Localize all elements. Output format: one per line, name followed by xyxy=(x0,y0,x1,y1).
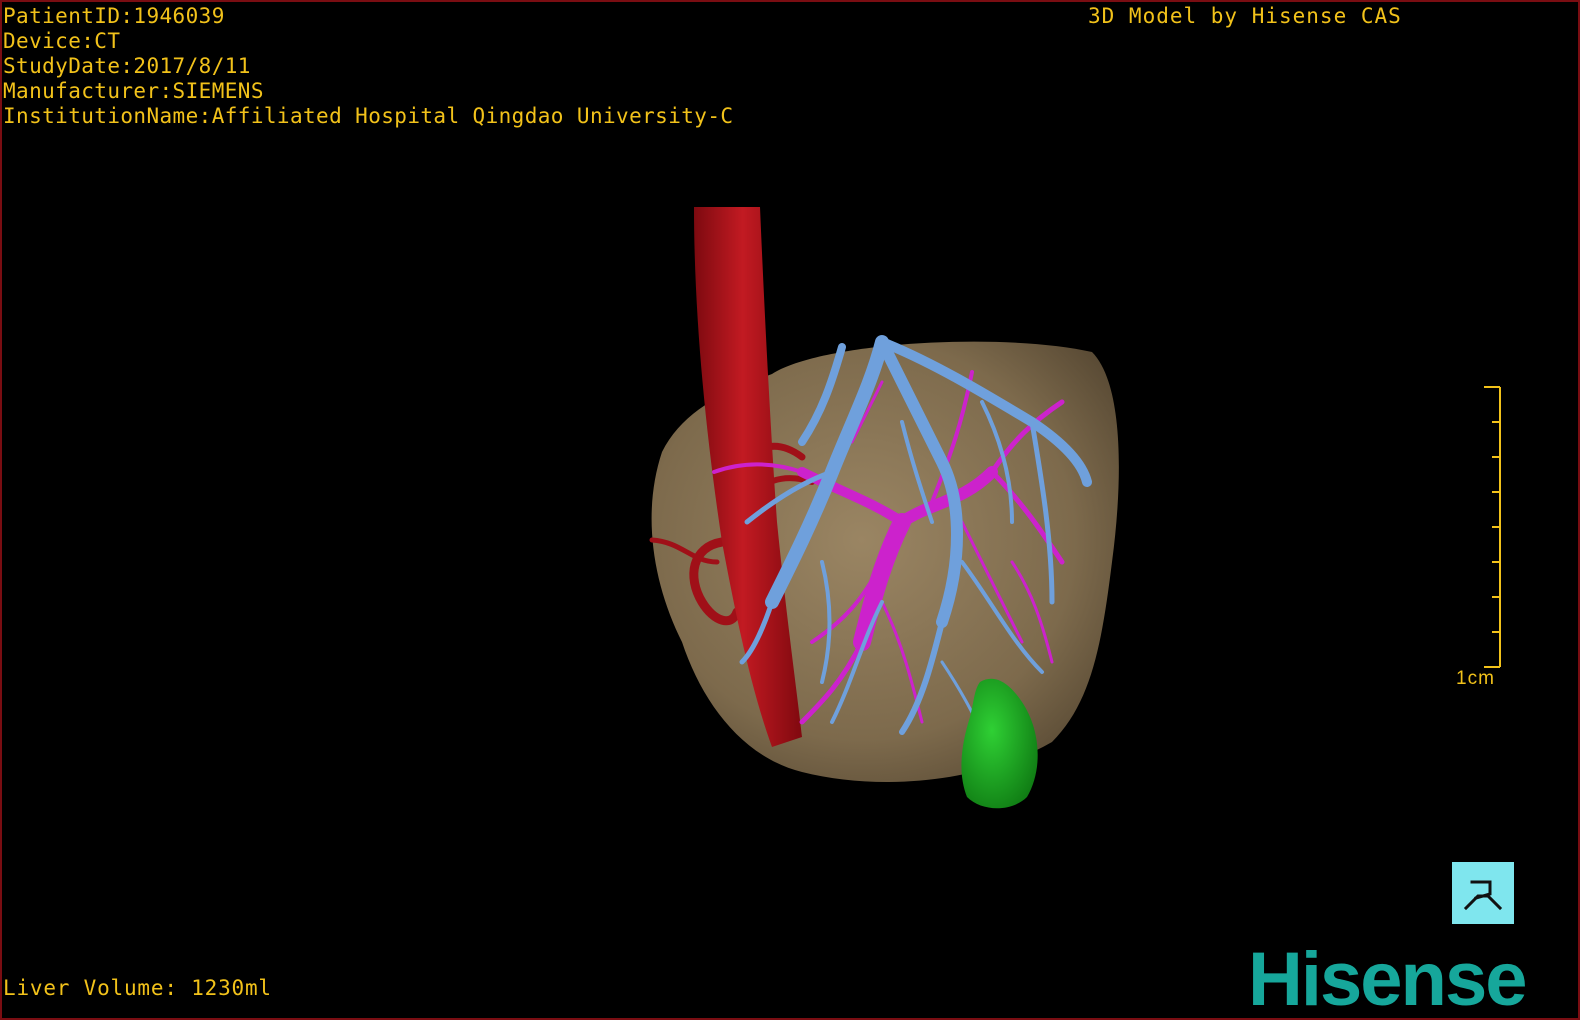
scale-label: 1cm xyxy=(1456,668,1495,689)
study-date-text: StudyDate:2017/8/11 xyxy=(3,54,251,78)
liver-3d-model[interactable] xyxy=(2,2,1578,1018)
institution-text: InstitutionName:Affiliated Hospital Qing… xyxy=(3,104,734,128)
hisense-logo: Hisense xyxy=(1248,937,1527,1020)
patient-id-text: PatientID:1946039 xyxy=(3,4,225,28)
model-credit-text: 3D Model by Hisense CAS xyxy=(1088,4,1402,28)
scale-bar xyxy=(1484,386,1501,668)
manufacturer-text: Manufacturer:SIEMENS xyxy=(3,79,264,103)
orientation-r-icon xyxy=(1463,880,1503,911)
liver-volume-text: Liver Volume: 1230ml xyxy=(3,976,272,1000)
orientation-cube[interactable] xyxy=(1452,862,1514,924)
device-text: Device:CT xyxy=(3,29,121,53)
render-viewport[interactable]: PatientID:1946039 Device:CT StudyDate:20… xyxy=(0,0,1580,1020)
